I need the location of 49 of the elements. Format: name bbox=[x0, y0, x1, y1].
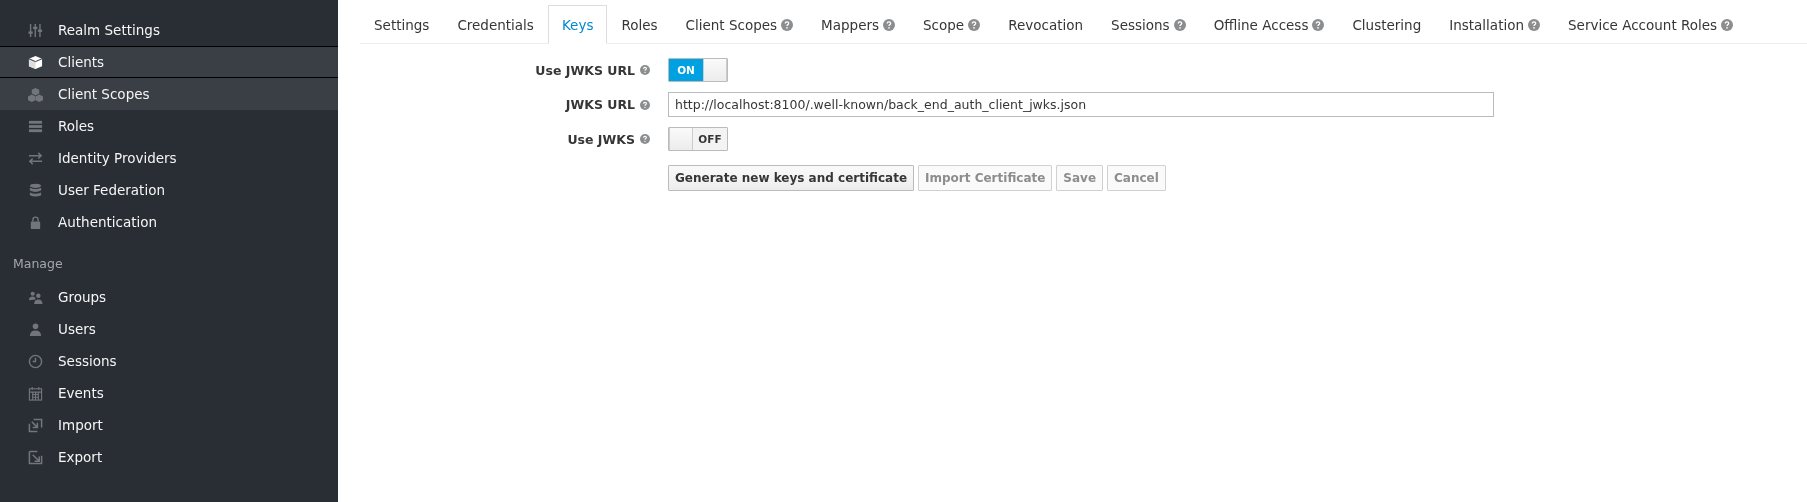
help-icon bbox=[640, 134, 650, 144]
sliders-icon bbox=[28, 22, 43, 38]
sidebar-item[interactable]: Identity Providers bbox=[0, 142, 338, 174]
form-button[interactable]: Generate new keys and certificate bbox=[668, 165, 915, 191]
tab[interactable]: Scope bbox=[909, 5, 995, 44]
field-label: Use JWKS bbox=[567, 131, 635, 147]
sidebar-item[interactable]: Events bbox=[0, 377, 338, 409]
help-icon bbox=[640, 99, 650, 110]
tab[interactable]: Client Scopes bbox=[671, 5, 808, 44]
import-icon bbox=[28, 417, 43, 433]
tab[interactable]: Sessions bbox=[1097, 5, 1200, 44]
help-icon bbox=[640, 65, 650, 75]
cubes-icon bbox=[28, 86, 43, 102]
tab[interactable]: Clustering bbox=[1338, 5, 1436, 44]
sidebar-item[interactable]: Users bbox=[0, 313, 338, 345]
list-icon bbox=[28, 118, 43, 134]
tab[interactable]: Service Account Roles bbox=[1554, 5, 1748, 44]
sidebar-item[interactable]: Export bbox=[0, 441, 338, 473]
calendar-icon bbox=[28, 385, 43, 401]
section-title: Manage bbox=[12, 256, 64, 273]
clock-icon bbox=[28, 353, 43, 369]
field-label: Use JWKS URL bbox=[535, 62, 635, 78]
tab[interactable]: Credentials bbox=[443, 5, 548, 44]
tab[interactable]: Settings bbox=[360, 5, 444, 44]
export-icon bbox=[28, 449, 43, 465]
sidebar-item[interactable]: Realm Settings bbox=[0, 14, 338, 46]
tab[interactable]: Mappers bbox=[807, 5, 910, 44]
sidebar-item[interactable]: Sessions bbox=[0, 345, 338, 377]
tab[interactable]: Revocation bbox=[994, 5, 1098, 44]
cube-icon bbox=[28, 54, 43, 70]
tab[interactable]: Offline Access bbox=[1199, 5, 1339, 44]
sidebar-item[interactable]: Roles bbox=[0, 110, 338, 142]
sidebar-item[interactable]: Client Scopes bbox=[0, 78, 338, 110]
users-icon bbox=[28, 289, 43, 305]
user-icon bbox=[28, 321, 43, 337]
exchange-icon bbox=[28, 150, 43, 166]
sidebar-item[interactable]: Import bbox=[0, 409, 338, 441]
tab[interactable]: Installation bbox=[1435, 5, 1554, 44]
lock-icon bbox=[28, 214, 43, 230]
sidebar-item[interactable]: Groups bbox=[0, 281, 338, 313]
database-icon bbox=[28, 182, 43, 198]
sidebar-item[interactable]: Authentication bbox=[0, 206, 338, 238]
tab[interactable]: Roles bbox=[607, 5, 672, 44]
toggle-switch[interactable]: OFF bbox=[668, 127, 728, 151]
tab[interactable]: Keys bbox=[547, 5, 608, 44]
sidebar-item[interactable]: User Federation bbox=[0, 174, 338, 206]
sidebar-item[interactable]: Clients bbox=[0, 46, 338, 78]
url-input-field[interactable]: http://localhost:8100/.well-known/back_end_auth_client_jwks.json bbox=[668, 92, 1494, 117]
field-label: JWKS URL bbox=[565, 97, 635, 112]
